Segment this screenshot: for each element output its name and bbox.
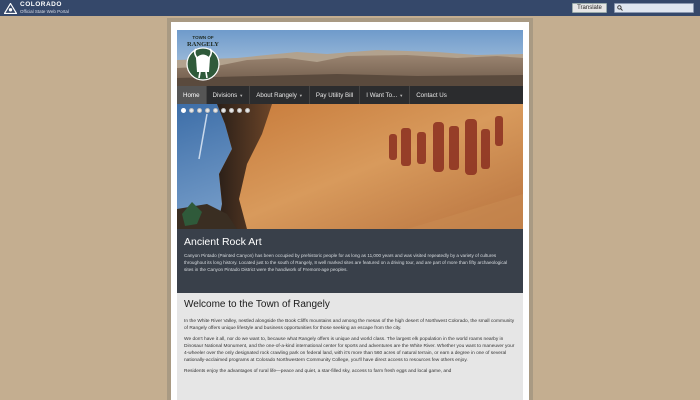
search-box[interactable] xyxy=(614,3,694,13)
search-icon xyxy=(617,5,623,11)
state-subtitle: Official State Web Portal xyxy=(20,8,69,14)
header-banner: TOWN OF RANGELY xyxy=(177,30,523,86)
welcome-paragraph: In the White River Valley, nestled along… xyxy=(184,319,515,331)
welcome-section: Welcome to the Town of Rangely In the Wh… xyxy=(177,293,523,400)
colorado-logo[interactable]: COLORADO Official State Web Portal xyxy=(4,1,69,14)
page-frame: TOWN OF RANGELY Home Divisions ▼ About Ra… xyxy=(167,18,533,400)
slide-dot-8[interactable] xyxy=(237,108,242,113)
welcome-paragraph: Residents enjoy the advantages of rural … xyxy=(184,369,452,374)
slideshow-pager xyxy=(181,108,250,113)
hero-slideshow[interactable] xyxy=(177,104,523,229)
slide-dot-7[interactable] xyxy=(229,108,234,113)
slide-caption: Ancient Rock Art Canyon Pintado (Painted… xyxy=(177,229,523,293)
mesa-landscape-image xyxy=(177,30,523,86)
nav-item-i-want-to[interactable]: I Want To... ▼ xyxy=(360,86,411,104)
nav-label: I Want To... xyxy=(366,91,398,99)
caret-down-icon: ▼ xyxy=(298,92,303,98)
welcome-title: Welcome to the Town of Rangely xyxy=(184,299,330,310)
caption-text: Canyon Pintado (Painted Canyon) has been… xyxy=(184,253,508,272)
slide-dot-4[interactable] xyxy=(205,108,210,113)
nav-label: Contact Us xyxy=(416,91,447,99)
colorado-mountain-icon xyxy=(4,2,17,14)
nav-label: Home xyxy=(183,91,200,99)
nav-item-contact-us[interactable]: Contact Us xyxy=(410,86,453,104)
slide-dot-3[interactable] xyxy=(197,108,202,113)
town-logo-icon[interactable]: TOWN OF RANGELY xyxy=(183,32,223,84)
nav-label: Pay Utility Bill xyxy=(315,91,354,99)
nav-item-about-rangely[interactable]: About Rangely ▼ xyxy=(250,86,310,104)
nav-label: About Rangely xyxy=(256,91,297,99)
svg-text:TOWN OF: TOWN OF xyxy=(192,35,213,40)
translate-button[interactable]: Translate xyxy=(572,3,607,13)
welcome-paragraph: We don't have it all, nor do we want to,… xyxy=(184,337,515,363)
state-name: COLORADO xyxy=(20,1,62,8)
nav-label: Divisions xyxy=(212,91,238,99)
slide-dot-1[interactable] xyxy=(181,108,186,113)
svg-text:RANGELY: RANGELY xyxy=(187,41,219,48)
slide-dot-5[interactable] xyxy=(213,108,218,113)
caret-down-icon: ▼ xyxy=(239,92,244,98)
slide-dot-2[interactable] xyxy=(189,108,194,113)
slide-dot-9[interactable] xyxy=(245,108,250,113)
caret-down-icon: ▼ xyxy=(399,92,404,98)
slide-dot-6[interactable] xyxy=(221,108,226,113)
state-portal-bar: COLORADO Official State Web Portal Trans… xyxy=(0,0,700,16)
rock-art-image xyxy=(177,104,523,229)
caption-title: Ancient Rock Art xyxy=(184,236,262,248)
main-navigation: Home Divisions ▼ About Rangely ▼ Pay Utili… xyxy=(177,86,523,104)
nav-item-pay-utility-bill[interactable]: Pay Utility Bill xyxy=(310,86,361,104)
nav-item-divisions[interactable]: Divisions ▼ xyxy=(207,86,251,104)
search-input[interactable] xyxy=(625,4,693,12)
nav-item-home[interactable]: Home xyxy=(177,86,207,104)
page-content: TOWN OF RANGELY Home Divisions ▼ About Ra… xyxy=(171,22,529,400)
